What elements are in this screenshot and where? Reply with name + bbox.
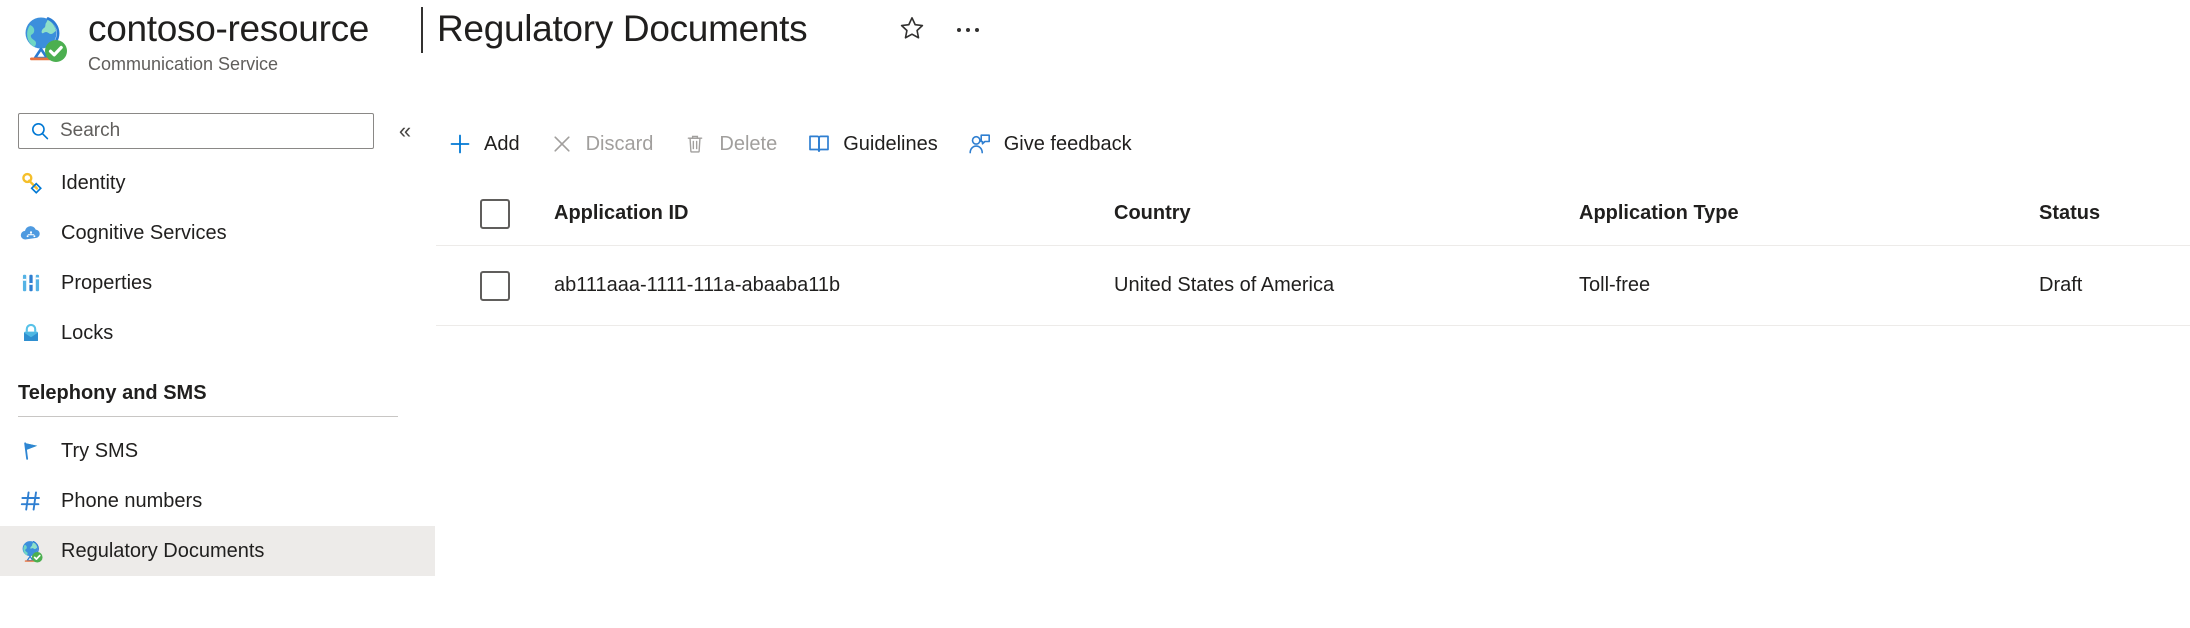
guidelines-button-label: Guidelines (843, 132, 938, 155)
globe-check-icon (18, 538, 44, 564)
sliders-icon (18, 270, 44, 296)
content-area: Add Discard Delete Guidelines Give feedb… (436, 100, 2190, 628)
column-header-status[interactable]: Status (2039, 202, 2190, 225)
person-feedback-icon (967, 131, 993, 157)
star-outline-icon (899, 15, 925, 46)
row-select-cell (436, 270, 554, 301)
key-icon (18, 170, 44, 196)
cloud-ai-icon (18, 220, 44, 246)
plus-icon (447, 131, 473, 157)
add-button[interactable]: Add (436, 122, 531, 166)
sidebar-group-divider (18, 416, 398, 417)
book-icon (806, 131, 832, 157)
sidebar-item-label: Locks (61, 321, 114, 344)
sidebar-item-label: Try SMS (61, 439, 139, 462)
sidebar-item-label: Regulatory Documents (61, 539, 265, 562)
select-all-checkbox[interactable] (480, 198, 510, 229)
sidebar-group-telephony-and-sms: Telephony and SMS Try SMS Phone numbers … (0, 382, 436, 576)
sidebar-item-try-sms[interactable]: Try SMS (0, 426, 436, 476)
cell-country: United States of America (1114, 274, 1335, 296)
resource-name: contoso-resource (88, 8, 370, 49)
sidebar-nav-list: Identity Cognitive Services Properties L… (0, 158, 436, 576)
trash-icon (682, 131, 708, 157)
sidebar: « Identity (0, 100, 436, 628)
column-header-application-id[interactable]: Application ID (554, 202, 1114, 225)
sidebar-item-properties[interactable]: Properties (0, 258, 436, 308)
discard-button-label: Discard (585, 132, 654, 155)
double-chevron-left-icon: « (398, 118, 412, 143)
favorite-button[interactable] (894, 12, 930, 48)
give-feedback-button[interactable]: Give feedback (956, 122, 1143, 166)
flag-icon (18, 438, 44, 464)
sidebar-item-label: Phone numbers (61, 489, 203, 512)
search-input[interactable] (60, 120, 350, 142)
lock-icon (18, 320, 44, 346)
sidebar-group-title: Telephony and SMS (18, 382, 207, 404)
search-box[interactable] (18, 113, 374, 149)
column-header-country[interactable]: Country (1114, 202, 1579, 225)
cell-status: Draft (2039, 274, 2083, 296)
command-toolbar: Add Discard Delete Guidelines Give feedb… (436, 122, 1150, 166)
column-header-application-type[interactable]: Application Type (1579, 202, 2039, 225)
sidebar-item-regulatory-documents[interactable]: Regulatory Documents (0, 526, 435, 576)
cell-application-type: Toll-free (1579, 274, 1651, 296)
sidebar-item-locks[interactable]: Locks (0, 308, 436, 358)
give-feedback-button-label: Give feedback (1003, 132, 1132, 155)
sidebar-item-label: Cognitive Services (61, 221, 227, 244)
guidelines-button[interactable]: Guidelines (795, 122, 949, 166)
more-options-button[interactable] (950, 12, 986, 48)
add-button-label: Add (484, 132, 520, 155)
close-x-icon (549, 131, 575, 157)
table-header-row: Application ID Country Application Type … (436, 182, 2190, 246)
sidebar-item-cognitive-services[interactable]: Cognitive Services (0, 208, 436, 258)
collapse-sidebar-button[interactable]: « (390, 116, 420, 146)
ellipsis-icon (957, 28, 979, 32)
delete-button[interactable]: Delete (671, 122, 788, 166)
cell-application-id: ab111aaa-1111-111a-abaaba11b (554, 274, 841, 296)
regulatory-documents-table: Application ID Country Application Type … (436, 182, 2190, 326)
discard-button[interactable]: Discard (538, 122, 665, 166)
search-icon (30, 121, 50, 141)
resource-type: Communication Service (88, 54, 279, 74)
sidebar-item-phone-numbers[interactable]: Phone numbers (0, 476, 436, 526)
title-separator (421, 7, 423, 53)
hash-icon (18, 488, 44, 514)
page-header: contoso-resource Communication Service R… (0, 0, 2190, 100)
globe-check-icon (18, 13, 70, 65)
delete-button-label: Delete (719, 132, 778, 155)
sidebar-item-label: Properties (61, 271, 153, 294)
sidebar-item-label: Identity (61, 171, 126, 194)
table-row[interactable]: ab111aaa-1111-111a-abaaba11b United Stat… (436, 246, 2190, 326)
select-all-cell (436, 198, 554, 229)
page-title: Regulatory Documents (437, 8, 808, 49)
sidebar-item-identity[interactable]: Identity (0, 158, 436, 208)
row-checkbox[interactable] (480, 270, 510, 301)
